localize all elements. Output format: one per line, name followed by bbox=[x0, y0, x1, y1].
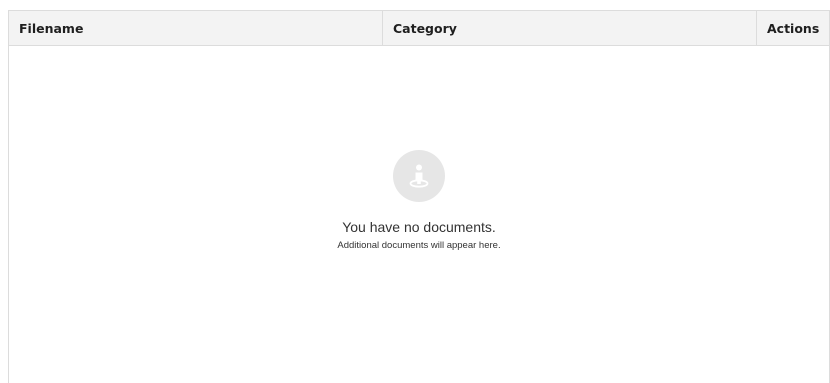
table-header: Filename Category Actions bbox=[9, 10, 829, 46]
column-header-filename[interactable]: Filename bbox=[9, 11, 383, 45]
person-pin-icon bbox=[393, 150, 445, 202]
documents-table: Filename Category Actions You have no do… bbox=[8, 10, 830, 383]
column-header-category[interactable]: Category bbox=[383, 11, 757, 45]
empty-state: You have no documents. Additional docume… bbox=[9, 150, 829, 251]
empty-state-title: You have no documents. bbox=[342, 219, 496, 235]
column-header-actions: Actions bbox=[767, 20, 820, 36]
empty-state-subtitle: Additional documents will appear here. bbox=[337, 240, 501, 251]
